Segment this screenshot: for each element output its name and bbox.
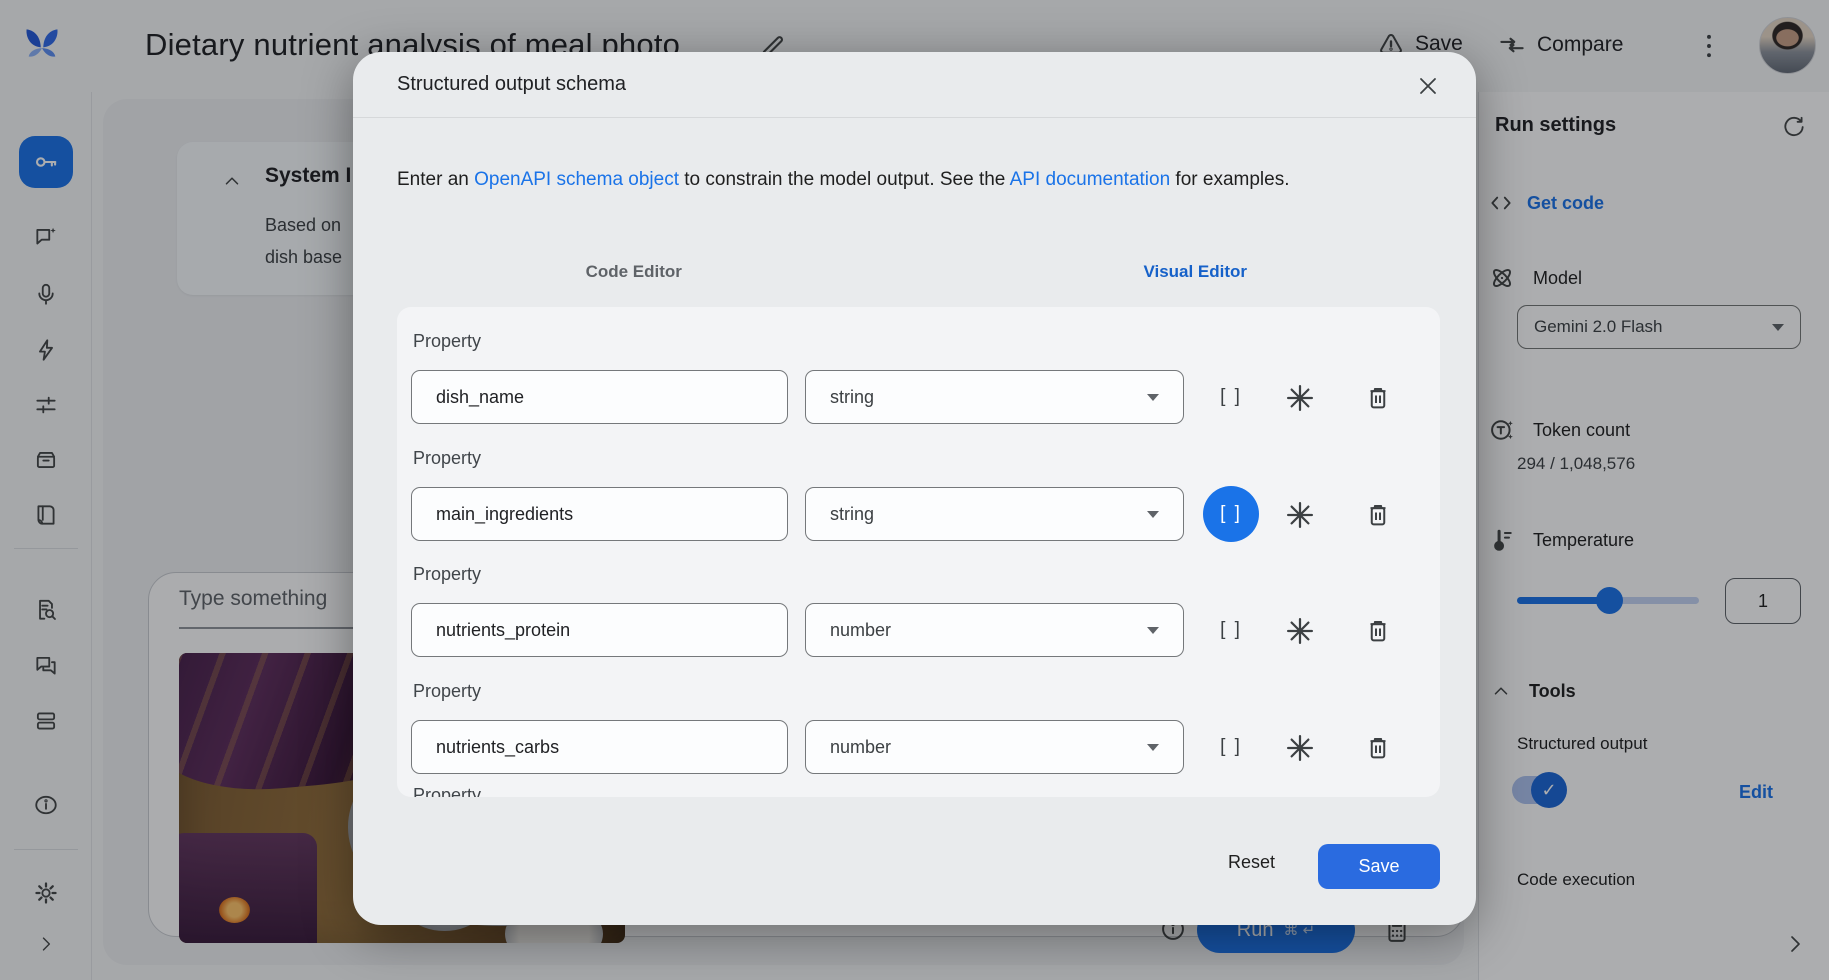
tab-visual-editor[interactable]: Visual Editor — [915, 252, 1477, 304]
chevron-down-icon — [1147, 627, 1159, 634]
property-label-clipped: Property — [413, 785, 481, 797]
property-name-input[interactable]: dish_name — [411, 370, 788, 424]
property-name-input[interactable]: nutrients_protein — [411, 603, 788, 657]
property-name-input[interactable]: main_ingredients — [411, 487, 788, 541]
property-label: Property — [413, 564, 481, 585]
reset-button[interactable]: Reset — [1228, 852, 1275, 873]
delete-property-trash-icon[interactable] — [1363, 616, 1393, 646]
chevron-down-icon — [1147, 744, 1159, 751]
required-asterisk-button[interactable] — [1285, 500, 1315, 530]
property-label: Property — [413, 331, 481, 352]
array-toggle-button-active[interactable]: [ ] — [1203, 486, 1259, 542]
property-type-select[interactable]: string — [805, 487, 1184, 541]
property-name-input[interactable]: nutrients_carbs — [411, 720, 788, 774]
dialog-save-button[interactable]: Save — [1318, 844, 1440, 889]
array-toggle-button[interactable]: [ ] — [1203, 719, 1259, 775]
delete-property-trash-icon[interactable] — [1363, 733, 1393, 763]
array-toggle-button[interactable]: [ ] — [1203, 602, 1259, 658]
schema-properties-panel: Property dish_name string [ ] Property m… — [397, 307, 1440, 797]
openapi-schema-link[interactable]: OpenAPI schema object — [474, 169, 679, 190]
property-type-select[interactable]: number — [805, 720, 1184, 774]
tab-code-editor[interactable]: Code Editor — [353, 252, 915, 304]
delete-property-trash-icon[interactable] — [1363, 383, 1393, 413]
property-type-select[interactable]: string — [805, 370, 1184, 424]
dialog-title: Structured output schema — [397, 73, 626, 96]
chevron-down-icon — [1147, 511, 1159, 518]
dialog-description: Enter an OpenAPI schema object to constr… — [397, 169, 1289, 191]
chevron-down-icon — [1147, 394, 1159, 401]
required-asterisk-button[interactable] — [1285, 383, 1315, 413]
property-label: Property — [413, 448, 481, 469]
api-documentation-link[interactable]: API documentation — [1010, 169, 1171, 190]
structured-output-schema-dialog: Structured output schema Enter an OpenAP… — [353, 52, 1476, 925]
required-asterisk-button[interactable] — [1285, 616, 1315, 646]
close-icon[interactable] — [1416, 74, 1440, 98]
editor-tabs: Code Editor Visual Editor — [353, 252, 1476, 304]
property-type-select[interactable]: number — [805, 603, 1184, 657]
delete-property-trash-icon[interactable] — [1363, 500, 1393, 530]
property-label: Property — [413, 681, 481, 702]
required-asterisk-button[interactable] — [1285, 733, 1315, 763]
dialog-titlebar: Structured output schema — [353, 52, 1476, 118]
array-toggle-button[interactable]: [ ] — [1203, 369, 1259, 425]
